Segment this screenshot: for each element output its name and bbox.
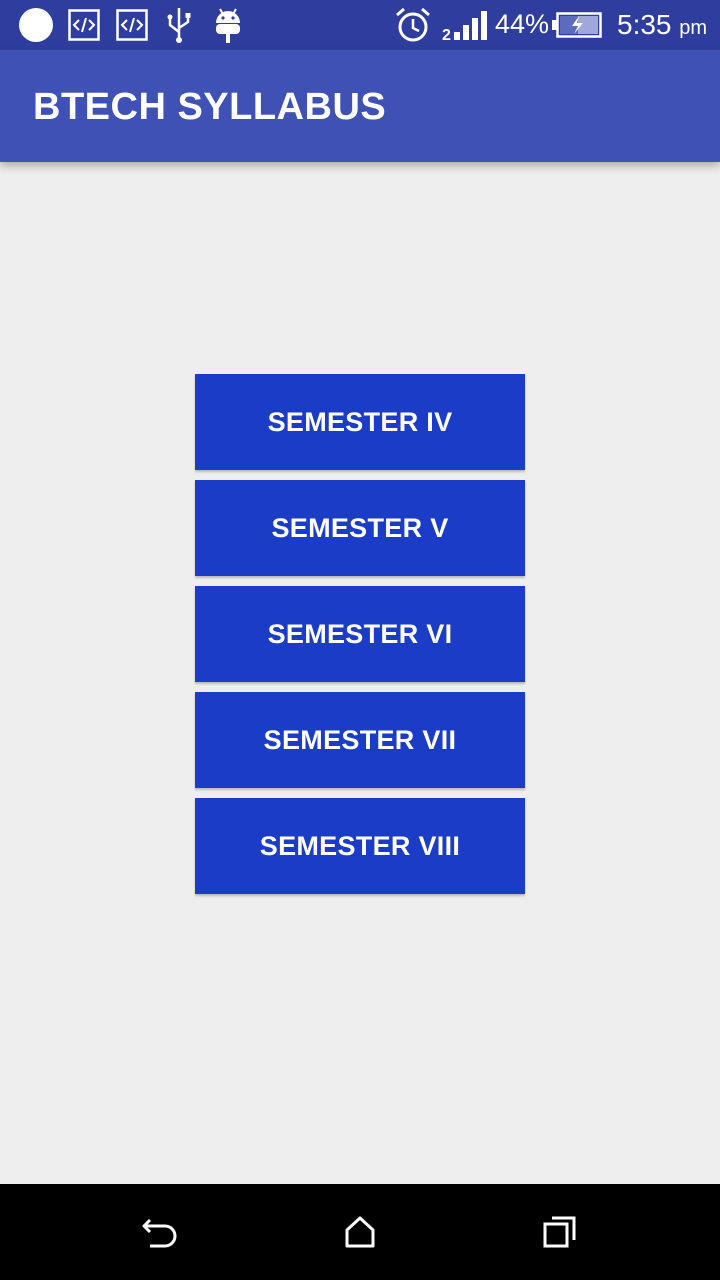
- battery-charging-icon: [552, 12, 602, 38]
- app-bar: BTECH SYLLABUS: [0, 50, 720, 162]
- battery-percent: 44%: [495, 9, 550, 39]
- clock-time-suffix: pm: [679, 17, 708, 39]
- recents-button[interactable]: [500, 1184, 620, 1280]
- home-button[interactable]: [300, 1184, 420, 1280]
- signal-icon: 2: [442, 11, 487, 42]
- navigation-bar: [0, 1184, 720, 1280]
- semester-viii-button[interactable]: SEMESTER VIII: [195, 798, 525, 894]
- semester-vi-button[interactable]: SEMESTER VI: [195, 586, 525, 682]
- back-button[interactable]: [100, 1184, 220, 1280]
- page-title: BTECH SYLLABUS: [33, 86, 387, 128]
- home-icon: [345, 1216, 375, 1248]
- svg-text:2: 2: [442, 27, 451, 42]
- android-debug-icon: [216, 8, 240, 43]
- alarm-icon: [396, 7, 430, 42]
- semester-v-button[interactable]: SEMESTER V: [195, 480, 525, 576]
- status-bar: 2 44% 5:35 pm: [0, 0, 720, 50]
- usb-icon: [167, 8, 191, 43]
- semester-vii-button[interactable]: SEMESTER VII: [195, 692, 525, 788]
- notification-dot-icon: [19, 8, 53, 42]
- clock-time: 5:35 pm: [617, 9, 707, 41]
- code-icon: [68, 9, 100, 41]
- semester-list: SEMESTER IV SEMESTER V SEMESTER VI SEMES…: [195, 374, 525, 904]
- semester-iv-button[interactable]: SEMESTER IV: [195, 374, 525, 470]
- back-icon: [142, 1218, 177, 1248]
- clock-time-value: 5:35: [617, 9, 672, 40]
- code-icon: [116, 9, 148, 41]
- recents-icon: [543, 1216, 576, 1248]
